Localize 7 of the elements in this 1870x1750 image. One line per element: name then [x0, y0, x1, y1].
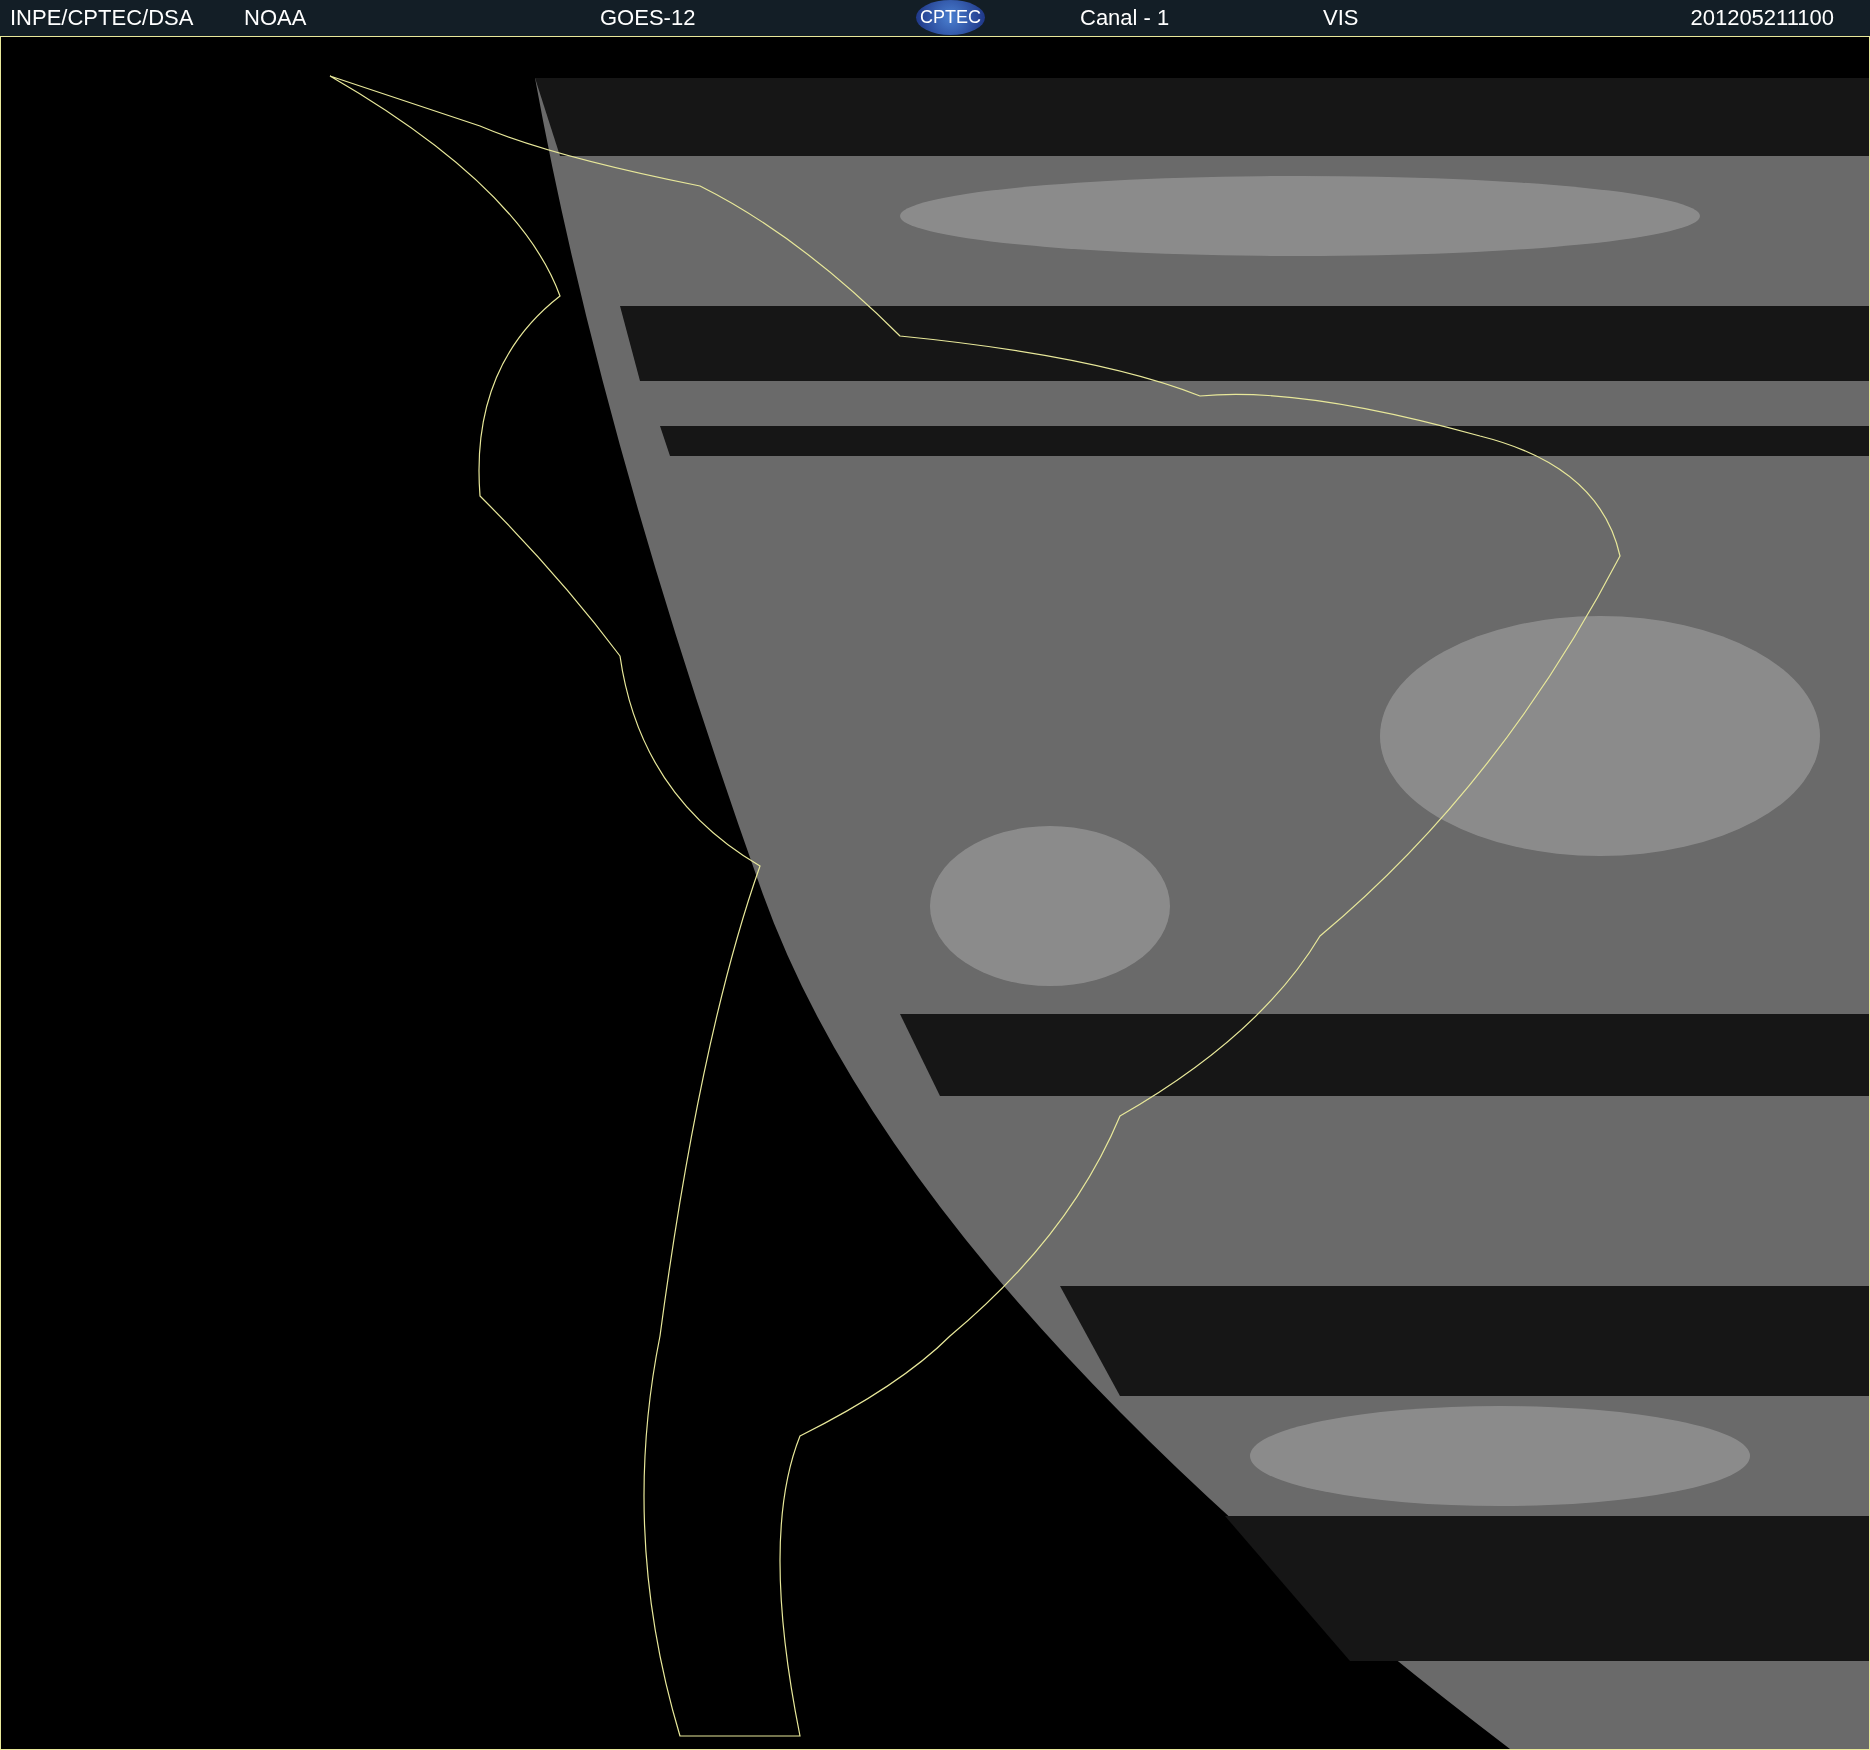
agency-label: NOAA [244, 4, 307, 32]
timestamp-label: 201205211100 [1690, 4, 1834, 32]
logo: CPTEC [916, 0, 985, 35]
band-label: VIS [1323, 4, 1359, 32]
satellite-label: GOES-12 [600, 4, 696, 32]
source-label: INPE/CPTEC/DSA [10, 4, 194, 32]
channel-label: Canal - 1 [1080, 4, 1170, 32]
